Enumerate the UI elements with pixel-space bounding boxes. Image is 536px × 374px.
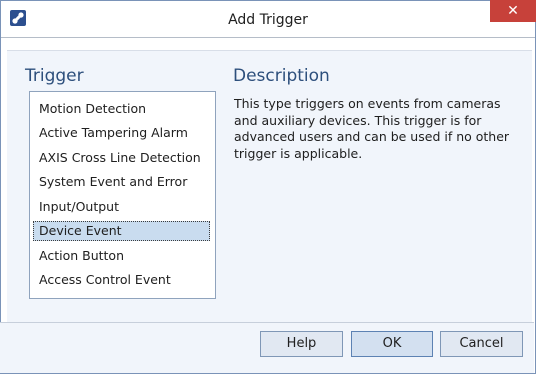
trigger-list[interactable]: Motion Detection Active Tampering Alarm … [29,91,216,299]
list-item-axis-cross-line-detection[interactable]: AXIS Cross Line Detection [33,148,210,168]
title-bar[interactable]: Add Trigger [1,1,535,38]
trigger-heading: Trigger [25,66,84,86]
list-item-motion-detection[interactable]: Motion Detection [33,99,210,119]
list-item-system-event-and-error[interactable]: System Event and Error [33,172,210,192]
close-icon: ✕ [507,3,519,19]
list-item-access-control-event[interactable]: Access Control Event [33,270,210,290]
list-item-device-event[interactable]: Device Event [33,221,210,241]
help-button[interactable]: Help [260,331,343,357]
description-text: This type triggers on events from camera… [234,96,510,161]
cancel-button[interactable]: Cancel [440,331,523,357]
list-item-action-button[interactable]: Action Button [33,246,210,266]
description-heading: Description [233,66,330,86]
ok-button[interactable]: OK [351,331,433,357]
close-button[interactable]: ✕ [490,0,536,22]
list-item-active-tampering-alarm[interactable]: Active Tampering Alarm [33,123,210,143]
dialog-title: Add Trigger [228,12,308,28]
list-item-input-output[interactable]: Input/Output [33,197,210,217]
